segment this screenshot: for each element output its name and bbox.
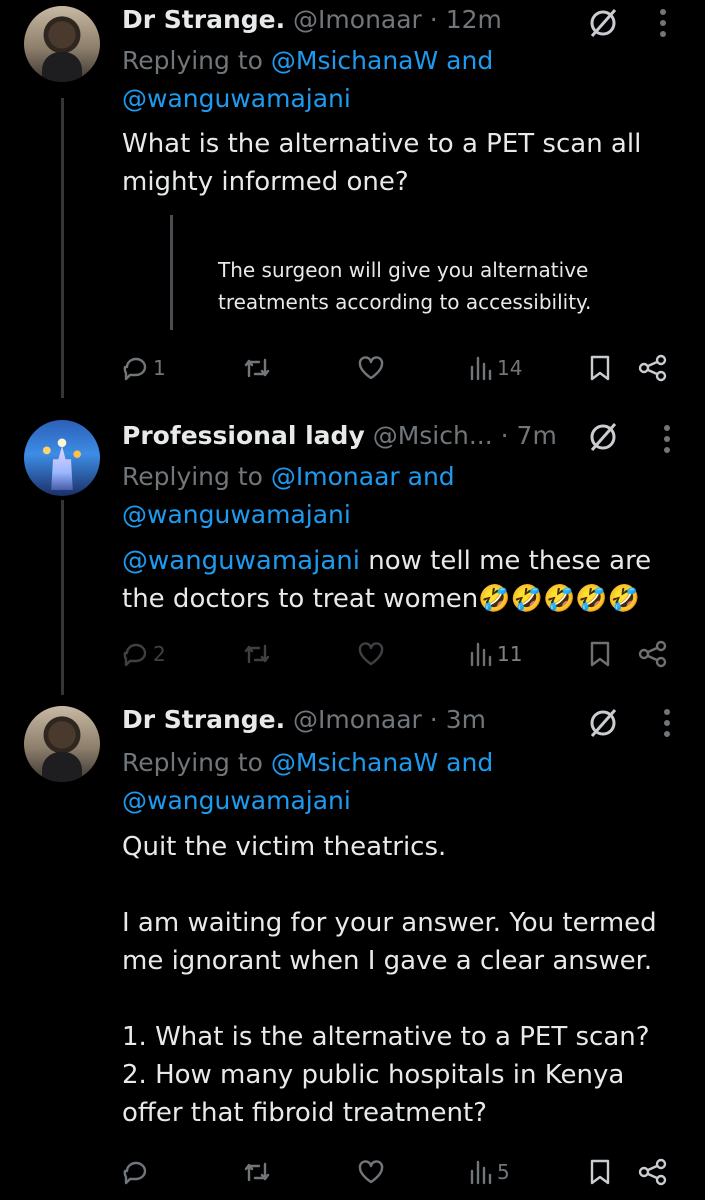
reply-icon bbox=[123, 643, 147, 667]
views-count: 11 bbox=[497, 642, 523, 666]
display-name[interactable]: Dr Strange. bbox=[122, 705, 285, 734]
bookmark-button[interactable] bbox=[588, 354, 612, 382]
views-count: 14 bbox=[497, 356, 523, 380]
display-name[interactable]: Dr Strange. bbox=[122, 5, 285, 34]
replying-to: Replying to @MsichanaW and @wanguwamajan… bbox=[122, 744, 493, 820]
replying-to: Replying to @MsichanaW and @wanguwamajan… bbox=[122, 42, 493, 118]
bookmark-icon bbox=[590, 641, 610, 667]
quoted-text[interactable]: The surgeon will give you alternative tr… bbox=[218, 254, 658, 318]
replying-and[interactable]: and bbox=[438, 46, 493, 75]
retweet-button[interactable] bbox=[242, 640, 272, 668]
retweet-icon bbox=[244, 644, 270, 664]
tweet-text: What is the alternative to a PET scan al… bbox=[122, 129, 650, 197]
share-button[interactable] bbox=[638, 1158, 668, 1186]
avatar[interactable] bbox=[24, 420, 100, 496]
tweet[interactable]: Dr Strange. @Imonaar · 12m Replying to @… bbox=[0, 0, 705, 400]
mention-link[interactable]: @MsichanaW bbox=[271, 748, 438, 777]
like-button[interactable] bbox=[356, 1158, 386, 1186]
timestamp[interactable]: · 3m bbox=[430, 705, 486, 734]
share-icon bbox=[638, 354, 667, 382]
views-icon bbox=[470, 356, 492, 381]
user-handle[interactable]: @Msich... bbox=[373, 421, 493, 450]
tweet[interactable]: Dr Strange. @Imonaar · 3m Replying to @M… bbox=[0, 700, 705, 1200]
grok-icon[interactable] bbox=[586, 420, 620, 454]
bookmark-button[interactable] bbox=[588, 640, 612, 668]
tweet-header: Dr Strange. @Imonaar · 12m bbox=[122, 4, 502, 36]
views-icon bbox=[470, 642, 492, 667]
tweet-text: Quit the victim theatrics. I am waiting … bbox=[122, 832, 657, 1128]
quote-border bbox=[170, 215, 173, 330]
reply-icon bbox=[123, 1161, 147, 1185]
tweet-header: Professional lady @Msich... · 7m bbox=[122, 420, 557, 452]
bookmark-icon bbox=[590, 1159, 610, 1185]
action-bar: 1 14 bbox=[0, 352, 705, 388]
replying-prefix: Replying to bbox=[122, 462, 271, 491]
share-icon bbox=[638, 1158, 667, 1186]
avatar[interactable] bbox=[24, 706, 100, 782]
tweet[interactable]: Professional lady @Msich... · 7m Replyin… bbox=[0, 400, 705, 700]
retweet-icon bbox=[244, 1162, 270, 1182]
like-icon bbox=[358, 1160, 384, 1184]
mention-link[interactable]: @wanguwamajani bbox=[122, 546, 360, 576]
views-button[interactable]: 14 bbox=[468, 354, 522, 382]
like-button[interactable] bbox=[356, 354, 386, 382]
grok-icon[interactable] bbox=[586, 6, 620, 40]
more-icon[interactable] bbox=[656, 8, 670, 38]
mention-link[interactable]: @Imonaar bbox=[271, 462, 400, 491]
mention-link[interactable]: @wanguwamajani bbox=[122, 786, 351, 815]
replying-and[interactable]: and bbox=[438, 748, 493, 777]
like-icon bbox=[358, 356, 384, 380]
share-button[interactable] bbox=[638, 354, 668, 382]
display-name[interactable]: Professional lady bbox=[122, 421, 365, 450]
mention-link[interactable]: @wanguwamajani bbox=[122, 500, 351, 529]
views-button[interactable]: 5 bbox=[468, 1158, 510, 1186]
bookmark-icon bbox=[590, 355, 610, 381]
user-handle[interactable]: @Imonaar bbox=[293, 705, 422, 734]
reply-button[interactable] bbox=[122, 1158, 153, 1186]
replying-to: Replying to @Imonaar and @wanguwamajani bbox=[122, 458, 455, 534]
replying-prefix: Replying to bbox=[122, 748, 271, 777]
mention-link[interactable]: @MsichanaW bbox=[271, 46, 438, 75]
retweet-button[interactable] bbox=[242, 1158, 272, 1186]
like-button[interactable] bbox=[356, 640, 386, 668]
share-icon bbox=[638, 640, 667, 668]
reply-count: 2 bbox=[153, 642, 166, 666]
bookmark-button[interactable] bbox=[588, 1158, 612, 1186]
share-button[interactable] bbox=[638, 640, 668, 668]
grok-icon[interactable] bbox=[586, 706, 620, 740]
tweet-text: @wanguwamajani now tell me these are the… bbox=[122, 542, 672, 618]
views-icon bbox=[470, 1160, 492, 1185]
more-icon[interactable] bbox=[660, 708, 674, 738]
action-bar: 5 bbox=[0, 1156, 705, 1192]
replying-prefix: Replying to bbox=[122, 46, 271, 75]
action-bar: 2 11 bbox=[0, 638, 705, 674]
reply-count: 1 bbox=[153, 356, 166, 380]
timestamp[interactable]: · 12m bbox=[430, 5, 502, 34]
user-handle[interactable]: @Imonaar bbox=[293, 5, 422, 34]
retweet-icon bbox=[244, 358, 270, 378]
replying-and[interactable]: and bbox=[400, 462, 455, 491]
reply-button[interactable]: 1 bbox=[122, 354, 166, 382]
reply-icon bbox=[123, 357, 147, 381]
views-count: 5 bbox=[497, 1160, 510, 1184]
like-icon bbox=[358, 642, 384, 666]
timestamp[interactable]: · 7m bbox=[501, 421, 557, 450]
reply-button[interactable]: 2 bbox=[122, 640, 166, 668]
more-icon[interactable] bbox=[660, 424, 674, 454]
mention-link[interactable]: @wanguwamajani bbox=[122, 84, 351, 113]
avatar[interactable] bbox=[24, 6, 100, 82]
views-button[interactable]: 11 bbox=[468, 640, 522, 668]
retweet-button[interactable] bbox=[242, 354, 272, 382]
tweet-header: Dr Strange. @Imonaar · 3m bbox=[122, 704, 486, 736]
